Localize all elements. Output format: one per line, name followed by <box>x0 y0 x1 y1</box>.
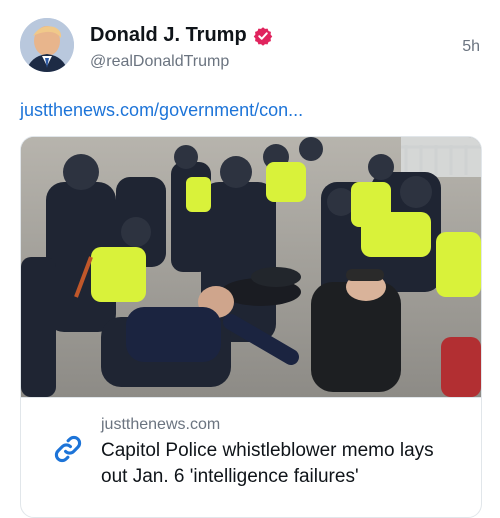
handle[interactable]: @realDonaldTrump <box>90 53 229 71</box>
tweet-link[interactable]: justthenews.com/government/con... <box>20 100 303 121</box>
card-headline[interactable]: Capitol Police whistleblower memo lays o… <box>101 438 461 490</box>
name-row: Donald J. Trump <box>90 24 273 47</box>
link-preview-card[interactable]: justthenews.com Capitol Police whistlebl… <box>20 136 482 518</box>
link-icon <box>54 435 82 463</box>
avatar-image <box>20 18 74 72</box>
display-name[interactable]: Donald J. Trump <box>90 24 247 47</box>
card-image[interactable] <box>21 137 481 397</box>
card-domain: justthenews.com <box>101 416 221 433</box>
tweet-header: Donald J. Trump @realDonaldTrump 5h <box>20 18 480 78</box>
verified-badge-icon <box>253 26 272 46</box>
timestamp[interactable]: 5h <box>462 38 480 56</box>
avatar[interactable] <box>20 18 74 72</box>
card-photo <box>21 137 481 397</box>
